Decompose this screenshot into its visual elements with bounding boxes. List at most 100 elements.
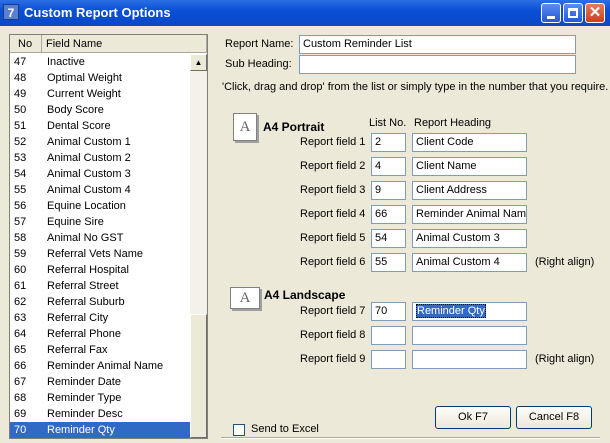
list-item[interactable]: 55 Animal Custom 4: [10, 182, 190, 198]
report-field-2-list-no-input[interactable]: 4: [371, 157, 406, 176]
field-list[interactable]: No Field Name 47 Inactive 48 Optimal Weight…: [9, 34, 208, 439]
report-field-4-list-no-input[interactable]: 66: [371, 205, 406, 224]
list-item-name: Referral Fax: [47, 344, 108, 356]
list-item[interactable]: 60 Referral Hospital: [10, 262, 190, 278]
list-item-name: Referral Street: [47, 280, 119, 292]
report-field-1-heading-input[interactable]: Client Code: [412, 133, 527, 152]
list-item[interactable]: 62 Referral Suburb: [10, 294, 190, 310]
report-field-2-label: Report field 2: [300, 160, 366, 172]
report-field-8-list-no-input[interactable]: [371, 326, 406, 345]
send-to-excel-checkbox[interactable]: [233, 424, 245, 436]
report-field-4-heading-input[interactable]: Reminder Animal Name: [412, 205, 527, 224]
list-item-name: Animal Custom 1: [47, 136, 131, 148]
list-item[interactable]: 65 Referral Fax: [10, 342, 190, 358]
list-item[interactable]: 47 Inactive: [10, 54, 190, 70]
list-item[interactable]: 58 Animal No GST: [10, 230, 190, 246]
list-item-name: Dental Score: [47, 120, 111, 132]
send-to-excel-label[interactable]: Send to Excel: [251, 423, 319, 435]
minimize-button[interactable]: [541, 3, 561, 23]
a4-portrait-title: A4 Portrait: [263, 120, 325, 134]
report-field-2-heading-input[interactable]: Client Name: [412, 157, 527, 176]
report-field-5-heading-input[interactable]: Animal Custom 3: [412, 229, 527, 248]
list-item[interactable]: 66 Reminder Animal Name: [10, 358, 190, 374]
close-icon: ✕: [588, 4, 602, 21]
list-item-name: Animal Custom 2: [47, 152, 131, 164]
bottom-divider: [221, 437, 600, 439]
list-item[interactable]: 70 Reminder Qty: [10, 422, 190, 438]
report-field-9-heading-input[interactable]: [412, 350, 527, 369]
list-item[interactable]: 50 Body Score: [10, 102, 190, 118]
list-item-no: 54: [14, 168, 27, 180]
list-item-no: 52: [14, 136, 27, 148]
list-item-name: Equine Location: [47, 200, 126, 212]
list-item[interactable]: 68 Reminder Type: [10, 390, 190, 406]
list-item[interactable]: 57 Equine Sire: [10, 214, 190, 230]
list-item[interactable]: 59 Referral Vets Name: [10, 246, 190, 262]
list-item-no: 66: [14, 360, 27, 372]
column-header-no[interactable]: No: [10, 35, 42, 53]
report-field-4-heading-text: Reminder Animal Name: [416, 208, 527, 220]
sub-heading-input[interactable]: [299, 55, 576, 74]
list-item[interactable]: 63 Referral City: [10, 310, 190, 326]
list-item[interactable]: 49 Current Weight: [10, 86, 190, 102]
list-item[interactable]: 56 Equine Location: [10, 198, 190, 214]
list-item-no: 67: [14, 376, 27, 388]
a4-portrait-icon: A: [233, 113, 257, 141]
report-field-3-heading-input[interactable]: Client Address: [412, 181, 527, 200]
list-item[interactable]: 48 Optimal Weight: [10, 70, 190, 86]
list-item[interactable]: 51 Dental Score: [10, 118, 190, 134]
report-field-1-heading-text: Client Code: [416, 136, 474, 148]
instruction-text: 'Click, drag and drop' from the list or …: [222, 81, 609, 93]
cancel-button[interactable]: Cancel F8: [516, 406, 592, 429]
report-field-9-right-align-note: (Right align): [535, 353, 595, 365]
list-item-no: 49: [14, 88, 27, 100]
a4-landscape-icon: A: [230, 287, 260, 309]
list-item[interactable]: 61 Referral Street: [10, 278, 190, 294]
list-item[interactable]: 69 Reminder Desc: [10, 406, 190, 422]
scroll-up-arrow-icon[interactable]: ▲: [190, 54, 207, 71]
list-item-name: Body Score: [47, 104, 104, 116]
report-field-3-list-no-input[interactable]: 9: [371, 181, 406, 200]
list-item-name: Equine Sire: [47, 216, 104, 228]
list-item-name: Animal No GST: [47, 232, 124, 244]
list-item-no: 59: [14, 248, 27, 260]
sub-heading-label: Sub Heading:: [225, 58, 292, 70]
close-button[interactable]: ✕: [585, 3, 605, 23]
list-item-no: 69: [14, 408, 27, 420]
list-item[interactable]: 52 Animal Custom 1: [10, 134, 190, 150]
list-item-no: 61: [14, 280, 27, 292]
report-name-input[interactable]: Custom Reminder List: [299, 35, 576, 54]
report-field-8-heading-input[interactable]: [412, 326, 527, 345]
list-item[interactable]: 64 Referral Phone: [10, 326, 190, 342]
list-item-name: Referral City: [47, 312, 109, 324]
list-no-column-label: List No.: [369, 117, 407, 129]
report-heading-column-label: Report Heading: [414, 117, 492, 129]
report-field-7-list-no-input[interactable]: 70: [371, 302, 406, 321]
list-item-name: Inactive: [47, 56, 85, 68]
list-item-name: Referral Suburb: [47, 296, 125, 308]
list-item-name: Referral Vets Name: [47, 248, 143, 260]
list-item-name: Animal Custom 3: [47, 168, 131, 180]
list-item[interactable]: 54 Animal Custom 3: [10, 166, 190, 182]
list-item-name: Reminder Desc: [47, 408, 123, 420]
ok-button[interactable]: Ok F7: [435, 406, 511, 429]
list-item-no: 64: [14, 328, 27, 340]
report-field-9-list-no-input[interactable]: [371, 350, 406, 369]
report-field-9-label: Report field 9: [300, 353, 366, 365]
report-field-5-list-no-input[interactable]: 54: [371, 229, 406, 248]
report-field-6-heading-input[interactable]: Animal Custom 4: [412, 253, 527, 272]
column-header-field-name[interactable]: Field Name: [42, 35, 207, 53]
report-field-7-heading-input[interactable]: Reminder Qty: [412, 302, 527, 321]
report-field-6-heading-text: Animal Custom 4: [416, 256, 500, 268]
maximize-button[interactable]: [563, 3, 583, 23]
list-item-no: 58: [14, 232, 27, 244]
list-item[interactable]: 53 Animal Custom 2: [10, 150, 190, 166]
report-field-6-list-no-input[interactable]: 55: [371, 253, 406, 272]
list-item-name: Reminder Qty: [47, 424, 115, 436]
report-field-5-heading-text: Animal Custom 3: [416, 232, 500, 244]
list-item[interactable]: 67 Reminder Date: [10, 374, 190, 390]
report-field-1-list-no-input[interactable]: 2: [371, 133, 406, 152]
vertical-scrollbar[interactable]: ▲: [190, 54, 207, 438]
scrollbar-thumb[interactable]: [190, 314, 207, 438]
list-item-name: Reminder Date: [47, 376, 121, 388]
